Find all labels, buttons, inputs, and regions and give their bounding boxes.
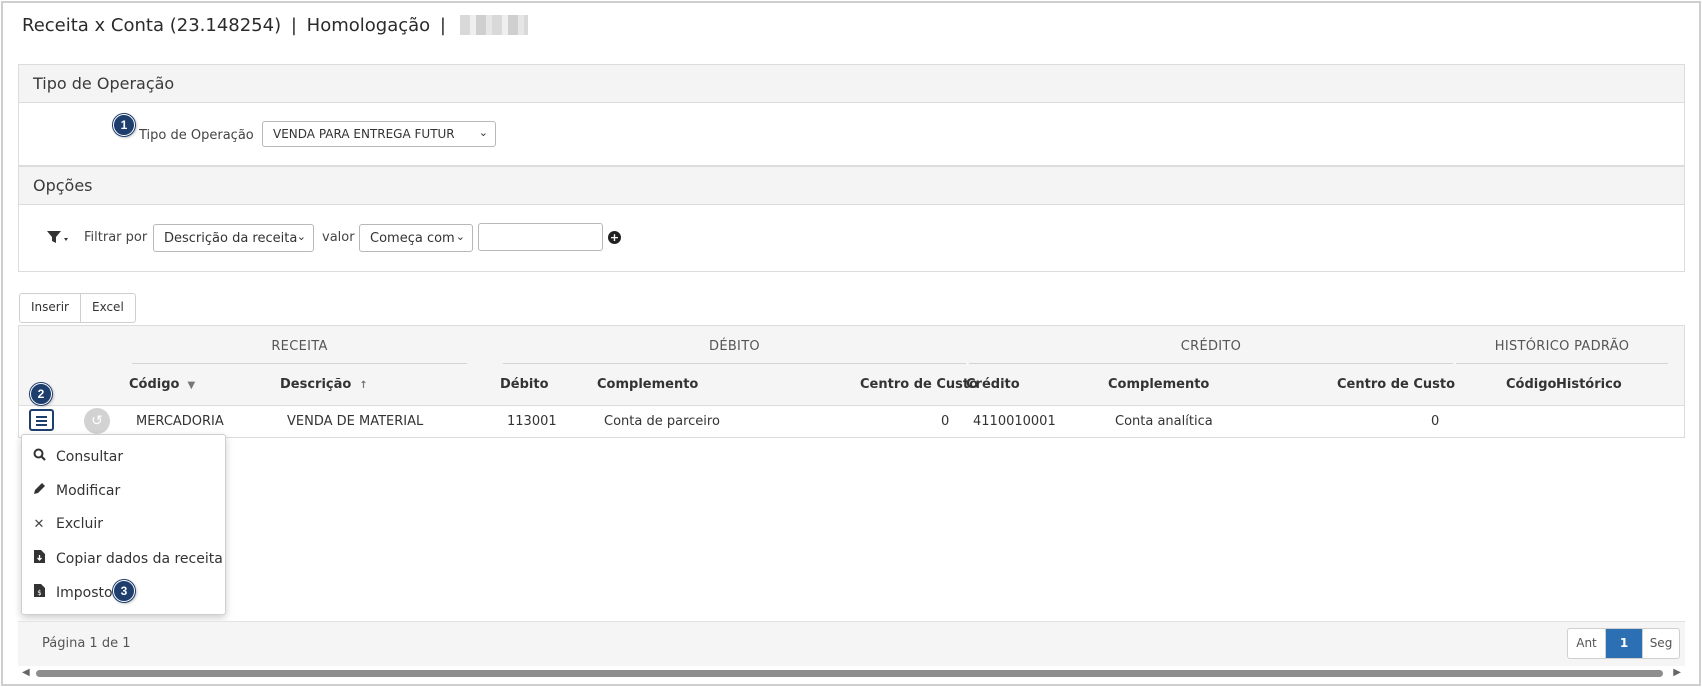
menu-item-consultar[interactable]: Consultar: [22, 442, 225, 472]
filter-field-select[interactable]: Descrição da receita ⌄: [153, 224, 314, 252]
menu-item-excluir-label: Excluir: [56, 516, 103, 532]
opcoes-panel: Opções: [18, 166, 1685, 272]
tipo-operacao-select[interactable]: VENDA PARA ENTREGA FUTUR ⌄: [262, 121, 496, 147]
column-header-descricao-label: Descrição: [280, 377, 352, 392]
step-badge-3: 3: [113, 580, 135, 602]
column-header-historico[interactable]: Histórico: [1556, 377, 1622, 392]
menu-item-copiar-label: Copiar dados da receita: [56, 551, 223, 567]
excel-button[interactable]: Excel: [79, 294, 135, 322]
scroll-right-icon[interactable]: ▶: [1673, 667, 1681, 678]
cell-descricao: VENDA DE MATERIAL: [287, 414, 424, 429]
add-filter-icon[interactable]: +: [608, 231, 621, 244]
horizontal-scrollbar[interactable]: ◀ ▶: [18, 667, 1685, 681]
chevron-down-icon: ⌄: [478, 126, 488, 139]
column-header-codigo[interactable]: Código ▼: [129, 377, 195, 392]
redacted-company-name: [459, 15, 528, 35]
menu-item-copiar[interactable]: Copiar dados da receita: [22, 544, 225, 574]
svg-text:$: $: [37, 589, 41, 597]
menu-item-excluir[interactable]: ✕ Excluir: [22, 510, 225, 540]
row-actions-menu-button[interactable]: [29, 409, 54, 431]
menu-item-impostos-label: Impostos: [56, 585, 120, 601]
value-label: valor: [322, 230, 355, 245]
title-separator: |: [290, 15, 297, 36]
operator-value: Começa com: [370, 231, 455, 246]
group-header-receita: RECEITA: [271, 339, 328, 354]
cell-codigo: MERCADORIA: [136, 414, 224, 429]
group-header-historico: HISTÓRICO PADRÃO: [1494, 339, 1630, 354]
sort-asc-icon: ↑: [359, 380, 368, 391]
page-button-current[interactable]: 1: [1605, 629, 1642, 658]
menu-item-modificar-label: Modificar: [56, 483, 121, 499]
filter-field-value: Descrição da receita: [164, 231, 298, 246]
pager: Ant 1 Seg: [1567, 628, 1680, 659]
column-header-centro-custo-debito[interactable]: Centro de Custo: [860, 377, 978, 392]
tipo-operacao-panel-title: Tipo de Operação: [19, 65, 1684, 103]
page-title-text: Receita x Conta (23.148254): [22, 15, 282, 36]
sort-desc-icon: ▼: [187, 380, 196, 391]
scrollbar-thumb[interactable]: [36, 670, 1663, 677]
tax-file-icon: $: [32, 584, 46, 601]
page-summary: Página 1 de 1: [42, 636, 131, 651]
chevron-down-icon: ⌄: [296, 230, 306, 243]
grid-header: [19, 326, 1684, 406]
page-title: Receita x Conta (23.148254) | Homologaçã…: [22, 15, 528, 36]
close-icon: ✕: [33, 517, 45, 532]
title-separator-2: |: [439, 15, 446, 36]
history-icon[interactable]: ↺: [84, 408, 110, 434]
filter-value-input[interactable]: [478, 223, 603, 251]
group-header-debito: DÉBITO: [709, 339, 760, 354]
column-header-credito[interactable]: Crédito: [966, 377, 1020, 392]
tipo-operacao-value: VENDA PARA ENTREGA FUTUR: [273, 127, 455, 141]
filter-icon[interactable]: [46, 229, 70, 245]
pencil-icon: [32, 482, 46, 499]
column-header-debito[interactable]: Débito: [500, 377, 549, 392]
group-divider: [969, 363, 1453, 364]
receita-conta-grid: RECEITA DÉBITO CRÉDITO HISTÓRICO PADRÃO …: [18, 325, 1685, 438]
step-badge-2: 2: [30, 383, 52, 405]
next-page-button[interactable]: Seg: [1642, 629, 1679, 658]
insert-button[interactable]: Inserir: [20, 294, 80, 322]
group-divider: [132, 363, 467, 364]
column-header-complemento-debito[interactable]: Complemento: [597, 377, 698, 392]
column-header-codigo-historico[interactable]: Código: [1506, 377, 1556, 392]
file-copy-icon: [32, 550, 46, 567]
column-header-centro-custo-credito[interactable]: Centro de Custo: [1337, 377, 1455, 392]
column-header-complemento-credito[interactable]: Complemento: [1108, 377, 1209, 392]
scroll-left-icon[interactable]: ◀: [22, 667, 30, 678]
cell-complemento-credito: Conta analítica: [1115, 414, 1213, 429]
column-header-descricao[interactable]: Descrição ↑: [280, 377, 368, 392]
opcoes-panel-title: Opções: [19, 167, 1684, 205]
operator-select[interactable]: Começa com ⌄: [359, 224, 473, 252]
cell-complemento-debito: Conta de parceiro: [604, 414, 720, 429]
prev-page-button[interactable]: Ant: [1568, 629, 1605, 658]
group-header-credito: CRÉDITO: [1180, 339, 1242, 354]
cell-credito: 4110010001: [973, 414, 1056, 429]
step-badge-1: 1: [113, 114, 135, 136]
chevron-down-icon: ⌄: [455, 230, 465, 243]
cell-debito: 113001: [507, 414, 557, 429]
grid-toolbar: Inserir Excel: [19, 293, 136, 323]
tipo-operacao-label: Tipo de Operação: [139, 128, 254, 143]
filter-by-label: Filtrar por: [84, 230, 148, 245]
search-icon: [32, 448, 46, 465]
menu-item-consultar-label: Consultar: [56, 449, 124, 465]
group-divider: [1456, 363, 1668, 364]
menu-item-modificar[interactable]: Modificar: [22, 476, 225, 506]
cell-centro-custo-debito: 0: [941, 414, 950, 429]
environment-label: Homologação: [306, 15, 431, 36]
tipo-operacao-panel: Tipo de Operação: [18, 64, 1685, 166]
cell-centro-custo-credito: 0: [1431, 414, 1440, 429]
column-header-codigo-label: Código: [129, 377, 180, 392]
pagination-bar: Página 1 de 1 Ant 1 Seg: [18, 621, 1685, 666]
group-divider: [503, 363, 966, 364]
